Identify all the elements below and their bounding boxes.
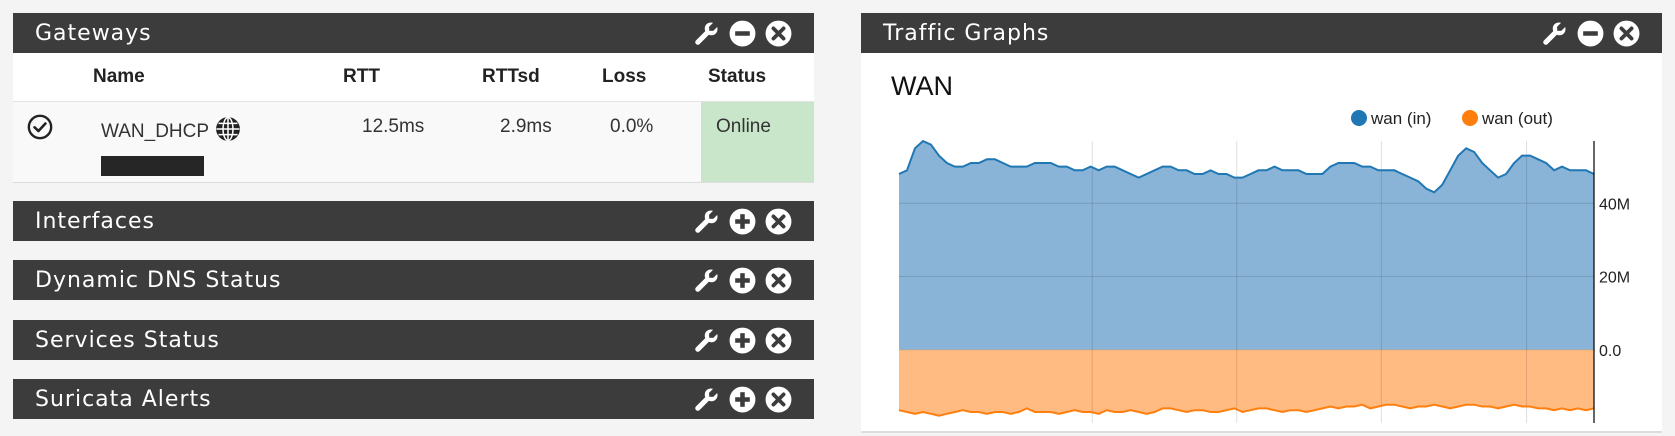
- traffic-graphs-panel: Traffic Graphs WAN wan (in) wan (out) 0.…: [861, 13, 1662, 433]
- interfaces-panel: Interfaces: [13, 201, 814, 241]
- check-circle-icon: [27, 114, 53, 145]
- plus-circle-icon[interactable]: [729, 327, 756, 354]
- col-header-rttsd[interactable]: RTTsd: [482, 53, 602, 102]
- suricata-alerts-panel: Suricata Alerts: [13, 379, 814, 419]
- gateway-rtt: 12.5ms: [362, 116, 425, 137]
- interfaces-panel-title: Interfaces: [35, 208, 155, 234]
- close-circle-icon[interactable]: [1613, 20, 1640, 47]
- services-status-panel-header[interactable]: Services Status: [13, 320, 814, 360]
- y-tick-label: 20M: [1599, 270, 1630, 287]
- col-header-status[interactable]: Status: [701, 53, 814, 102]
- dynamic-dns-panel-header[interactable]: Dynamic DNS Status: [13, 260, 814, 300]
- chart-title: WAN: [891, 71, 953, 101]
- wrench-icon[interactable]: [693, 386, 720, 413]
- plus-circle-icon[interactable]: [729, 267, 756, 294]
- traffic-graphs-panel-header: Traffic Graphs: [861, 13, 1662, 53]
- traffic-chart: WAN wan (in) wan (out) 0.020M40M00:3301:…: [891, 71, 1630, 423]
- series-area-wan-in: [899, 141, 1594, 350]
- legend-swatch-in[interactable]: [1351, 110, 1367, 126]
- col-header-icon: [13, 53, 93, 102]
- minus-circle-icon[interactable]: [1577, 20, 1604, 47]
- legend-label-out[interactable]: wan (out): [1481, 109, 1553, 128]
- traffic-graphs-panel-title: Traffic Graphs: [883, 20, 1050, 46]
- services-status-panel-title: Services Status: [35, 327, 220, 353]
- gateways-table-container: Name RTT RTTsd Loss Status WAN_DHCP 12.5…: [13, 53, 814, 183]
- dynamic-dns-panel-title: Dynamic DNS Status: [35, 267, 282, 293]
- table-row: WAN_DHCP 12.5ms 2.9ms 0.0% Online: [13, 101, 814, 182]
- legend-swatch-out[interactable]: [1462, 110, 1478, 126]
- suricata-alerts-panel-header[interactable]: Suricata Alerts: [13, 379, 814, 419]
- globe-icon: [215, 116, 241, 148]
- gateway-status: Online: [701, 101, 814, 182]
- close-circle-icon[interactable]: [765, 267, 792, 294]
- close-circle-icon[interactable]: [765, 327, 792, 354]
- y-tick-label: 0.0: [1599, 343, 1621, 360]
- col-header-rtt[interactable]: RTT: [343, 53, 482, 102]
- dynamic-dns-panel: Dynamic DNS Status: [13, 260, 814, 300]
- redacted-address: [101, 156, 204, 176]
- gateways-panel-header: Gateways: [13, 13, 814, 53]
- legend-label-in[interactable]: wan (in): [1370, 109, 1431, 128]
- chart-plot: 0.020M40M00:3301:4002:3003:2004:1004:31: [898, 139, 1630, 423]
- y-tick-label: 40M: [1599, 196, 1630, 213]
- col-header-name[interactable]: Name: [93, 53, 343, 102]
- gateway-name: WAN_DHCP: [101, 121, 210, 142]
- wrench-icon[interactable]: [693, 20, 720, 47]
- minus-circle-icon[interactable]: [729, 20, 756, 47]
- gateways-panel-title: Gateways: [35, 20, 152, 46]
- gateway-loss: 0.0%: [610, 116, 654, 137]
- col-header-loss[interactable]: Loss: [602, 53, 701, 102]
- gateways-panel: Gateways Name RTT RTTsd Loss Status WAN_…: [13, 13, 814, 183]
- legend: wan (in) wan (out): [1351, 109, 1553, 128]
- gateways-table: Name RTT RTTsd Loss Status WAN_DHCP 12.5…: [13, 53, 814, 182]
- gateway-rttsd: 2.9ms: [500, 116, 552, 137]
- plus-circle-icon[interactable]: [729, 386, 756, 413]
- close-circle-icon[interactable]: [765, 208, 792, 235]
- wrench-icon[interactable]: [693, 267, 720, 294]
- close-circle-icon[interactable]: [765, 386, 792, 413]
- services-status-panel: Services Status: [13, 320, 814, 360]
- interfaces-panel-header[interactable]: Interfaces: [13, 201, 814, 241]
- plus-circle-icon[interactable]: [729, 208, 756, 235]
- suricata-alerts-panel-title: Suricata Alerts: [35, 386, 212, 412]
- traffic-graph-body: WAN wan (in) wan (out) 0.020M40M00:3301:…: [861, 53, 1662, 433]
- wrench-icon[interactable]: [693, 327, 720, 354]
- wrench-icon[interactable]: [1541, 20, 1568, 47]
- wrench-icon[interactable]: [693, 208, 720, 235]
- close-circle-icon[interactable]: [765, 20, 792, 47]
